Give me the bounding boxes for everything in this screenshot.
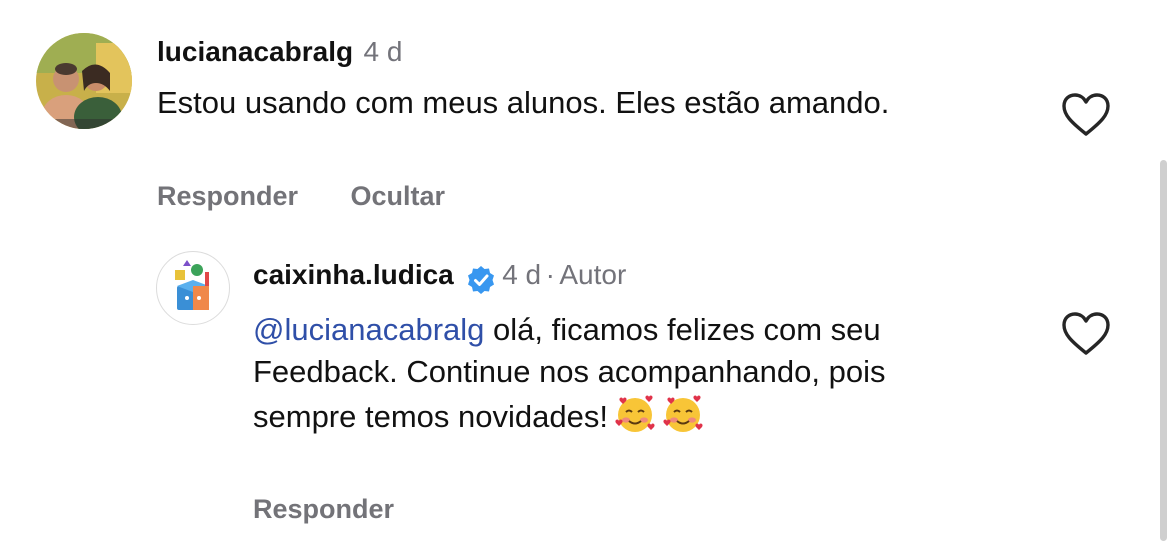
smiling-face-with-hearts-icon — [614, 393, 656, 446]
timestamp: 4 d — [502, 259, 542, 290]
reply-button[interactable]: Responder — [157, 181, 298, 211]
verified-badge-icon — [468, 265, 495, 294]
avatar[interactable] — [36, 33, 132, 129]
comment-header: lucianacabralg 4 d — [157, 36, 402, 68]
comment-actions: Responder Ocultar — [157, 181, 445, 212]
colorful-box-logo-icon — [175, 260, 209, 310]
username[interactable]: caixinha.ludica — [253, 259, 454, 290]
scrollbar[interactable] — [1160, 160, 1167, 541]
profile-photo-icon — [36, 33, 132, 129]
like-heart-icon[interactable] — [1061, 311, 1111, 357]
separator: · — [545, 259, 555, 290]
comment-text-container: @lucianacabralg olá, ficamos felizes com… — [253, 309, 983, 446]
username[interactable]: lucianacabralg — [157, 36, 353, 67]
comment-header: caixinha.ludica 4 d · Autor — [253, 259, 626, 295]
comments-thread: lucianacabralg 4 d Estou usando com meus… — [0, 0, 1171, 541]
mention-link[interactable]: @lucianacabralg — [253, 312, 484, 347]
author-label: Autor — [559, 259, 627, 290]
like-heart-icon[interactable] — [1061, 92, 1111, 138]
timestamp: 4 d — [363, 36, 403, 67]
comment-actions: Responder — [253, 494, 394, 525]
comment-text: Estou usando com meus alunos. Eles estão… — [157, 85, 890, 120]
avatar[interactable] — [156, 251, 230, 325]
reply-button[interactable]: Responder — [253, 494, 394, 524]
smiling-face-with-hearts-icon — [662, 393, 704, 446]
hide-button[interactable]: Ocultar — [350, 181, 445, 211]
